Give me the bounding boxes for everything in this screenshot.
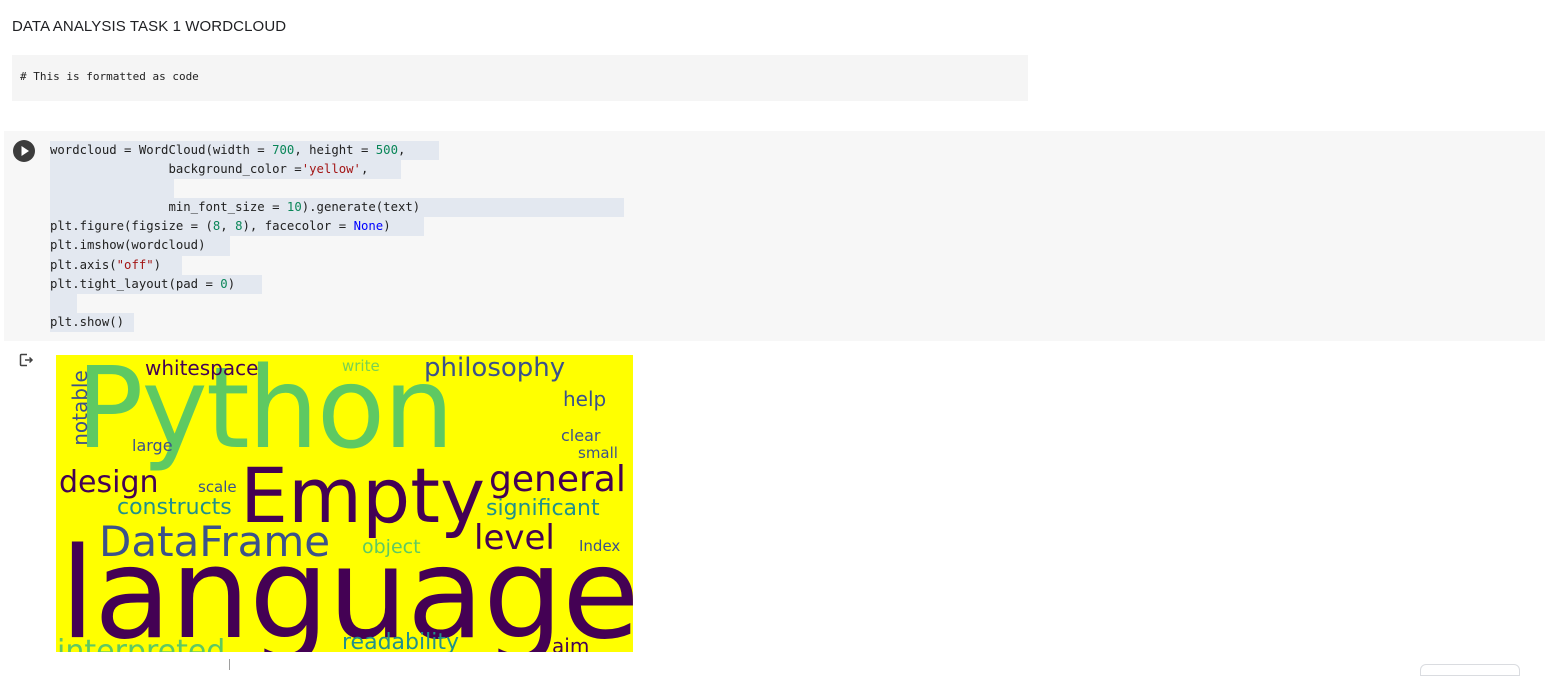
word-notable: notable xyxy=(67,370,92,446)
word-aim: aim xyxy=(552,634,590,652)
code-line: min_font_size = 10).generate(text) xyxy=(50,198,624,218)
word-clear: clear xyxy=(561,426,601,445)
code-line: plt.show() xyxy=(50,312,420,332)
run-cell-button[interactable] xyxy=(13,140,35,162)
code-line: plt.imshow(wordcloud) xyxy=(50,236,420,256)
word-design: design xyxy=(59,465,159,500)
word-whitespace: whitespace xyxy=(145,356,259,380)
wordcloud-image: Python language Empty DataFrame general … xyxy=(56,355,633,652)
word-help: help xyxy=(563,387,607,411)
code-editor[interactable]: wordcloud = WordCloud(width = 700, heigh… xyxy=(50,141,624,332)
code-line-blank xyxy=(50,179,420,199)
markdown-code-text: # This is formatted as code xyxy=(20,70,199,83)
word-dataframe: DataFrame xyxy=(99,517,331,566)
code-line-blank xyxy=(50,293,420,313)
word-large: large xyxy=(132,436,173,455)
output-icon[interactable] xyxy=(18,352,34,368)
text-cursor xyxy=(229,659,230,670)
word-object: object xyxy=(362,536,421,558)
markdown-code-block: # This is formatted as code xyxy=(12,55,1028,101)
word-philosophy: philosophy xyxy=(424,355,566,383)
word-readability: readability xyxy=(342,630,459,653)
word-constructs: constructs xyxy=(117,495,232,520)
word-interpreted: interpreted xyxy=(57,634,226,653)
code-line: plt.axis("off") xyxy=(50,255,420,275)
word-level: level xyxy=(474,518,555,558)
word-small: small xyxy=(578,444,618,462)
text-cell-heading: DATA ANALYSIS TASK 1 WORDCLOUD xyxy=(12,18,287,35)
toolbar-edge xyxy=(1420,664,1520,676)
code-line: plt.tight_layout(pad = 0) xyxy=(50,274,420,294)
word-significant: significant xyxy=(486,496,600,521)
word-index: Index xyxy=(579,537,621,555)
code-line: background_color ='yellow', xyxy=(50,160,420,180)
word-write: write xyxy=(342,357,380,375)
play-icon xyxy=(21,146,29,156)
word-scale: scale xyxy=(198,478,237,496)
word-general: general xyxy=(489,459,626,500)
code-cell[interactable]: wordcloud = WordCloud(width = 700, heigh… xyxy=(4,131,1545,341)
code-line: wordcloud = WordCloud(width = 700, heigh… xyxy=(50,141,439,161)
code-line: plt.figure(figsize = (8, 8), facecolor =… xyxy=(50,217,424,237)
